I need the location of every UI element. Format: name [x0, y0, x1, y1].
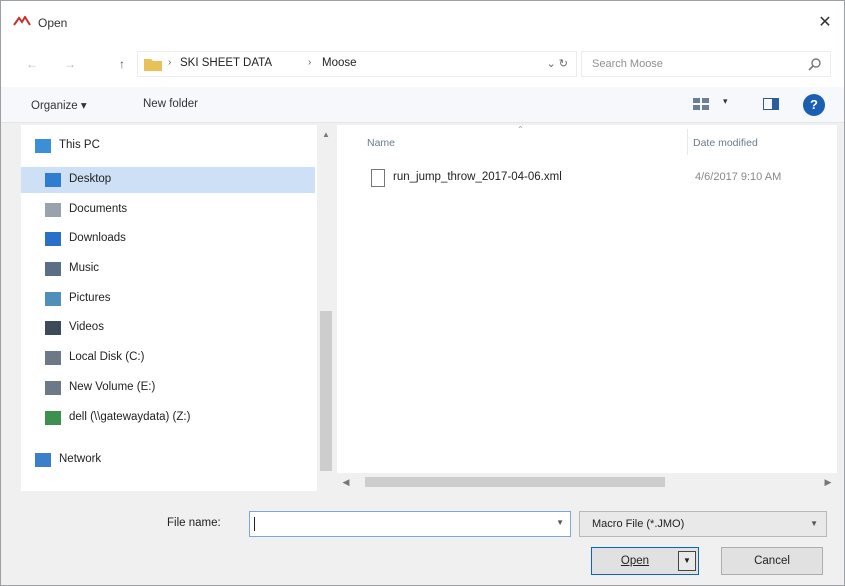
file-icon: [371, 169, 385, 187]
search-input[interactable]: Search Moose: [581, 51, 831, 77]
open-button-label: Open: [620, 555, 650, 567]
breadcrumb-separator: ›: [308, 57, 312, 68]
chevron-down-icon[interactable]: ▼: [556, 518, 564, 527]
forward-button[interactable]: →: [61, 55, 79, 73]
search-icon: [808, 58, 821, 71]
address-bar[interactable]: › SKI SHEET DATA › Moose ⌄ ↻: [137, 51, 577, 77]
nav-scrollbar[interactable]: ▲: [317, 125, 335, 491]
column-divider[interactable]: [687, 129, 688, 155]
sidebar-item-label: This PC: [59, 139, 100, 151]
scroll-right-arrow[interactable]: ▶: [819, 473, 837, 491]
sidebar-item[interactable]: dell (\\gatewaydata) (Z:): [21, 405, 315, 431]
documents-icon: [45, 203, 61, 217]
back-button[interactable]: ←: [23, 55, 41, 73]
organize-button[interactable]: Organize ▾: [31, 98, 87, 112]
up-button[interactable]: ↑: [113, 55, 131, 73]
sidebar-item[interactable]: This PC: [21, 133, 315, 159]
file-list-scrollbar[interactable]: ◀ ▶: [337, 473, 837, 491]
nav-scroll-thumb[interactable]: [320, 311, 332, 471]
network-drive-icon: [45, 411, 61, 425]
file-name-field[interactable]: ▼: [249, 511, 571, 537]
horizontal-scroll-thumb[interactable]: [365, 477, 665, 487]
new-folder-button[interactable]: New folder: [143, 98, 198, 110]
chevron-down-icon: ▼: [810, 519, 818, 528]
sidebar-item-label: Videos: [69, 321, 104, 333]
network-icon: [35, 453, 51, 467]
help-button[interactable]: ?: [803, 94, 825, 116]
address-row: ← → ↑ › SKI SHEET DATA › Moose ⌄ ↻ Searc…: [1, 41, 844, 87]
app-icon: [13, 16, 31, 26]
sidebar-item-label: Documents: [69, 203, 128, 215]
file-date: 4/6/2017 9:10 AM: [695, 171, 782, 183]
view-options-icon[interactable]: [693, 98, 709, 110]
file-row[interactable]: run_jump_throw_2017-04-06.xml 4/6/2017 9…: [365, 165, 835, 191]
sidebar-item-label: Local Disk (C:): [69, 351, 145, 363]
file-type-select[interactable]: Macro File (*.JMO) ▼: [579, 511, 827, 537]
file-list: ⌃ Name Date modified run_jump_throw_2017…: [337, 125, 837, 473]
search-placeholder: Search Moose: [592, 58, 663, 70]
open-dialog: Open ✕ ← → ↑ › SKI SHEET DATA › Moose ⌄ …: [0, 0, 845, 586]
close-button[interactable]: ✕: [812, 9, 838, 35]
scroll-up-arrow[interactable]: ▲: [317, 127, 335, 143]
sort-indicator-icon: ⌃: [517, 125, 524, 134]
computer-icon: [35, 139, 51, 153]
file-name-label: File name:: [167, 517, 221, 529]
chevron-down-icon[interactable]: ▾: [723, 96, 728, 107]
open-split-dropdown[interactable]: ▼: [678, 551, 696, 571]
sidebar-item-label: Downloads: [69, 232, 126, 244]
pictures-icon: [45, 292, 61, 306]
sidebar-item[interactable]: New Volume (E:): [21, 375, 315, 401]
sidebar-item[interactable]: Local Disk (C:): [21, 345, 315, 371]
scroll-left-arrow[interactable]: ◀: [337, 473, 355, 491]
music-icon: [45, 262, 61, 276]
dialog-footer: File name: ▼ Macro File (*.JMO) ▼ Open ▼…: [1, 493, 844, 585]
sidebar-item[interactable]: Downloads: [21, 226, 315, 252]
navigation-pane: This PC Desktop Documents Downloads Music Pic…: [21, 125, 335, 491]
sidebar-item[interactable]: Pictures: [21, 286, 315, 312]
command-bar: Organize ▾ New folder ▾ ?: [1, 87, 844, 123]
column-header-name[interactable]: Name: [367, 137, 395, 149]
sidebar-item-label: Music: [69, 262, 100, 274]
title-bar: Open ✕: [1, 1, 844, 41]
sidebar-item-label: New Volume (E:): [69, 381, 156, 393]
column-header-date[interactable]: Date modified: [693, 137, 758, 149]
sidebar-item[interactable]: Network: [21, 447, 315, 473]
sidebar-item[interactable]: Videos: [21, 315, 315, 341]
open-button[interactable]: Open ▼: [591, 547, 699, 575]
drive-icon: [45, 381, 61, 395]
sidebar-item-label: Desktop: [69, 173, 112, 185]
drive-icon: [45, 351, 61, 365]
file-name: run_jump_throw_2017-04-06.xml: [393, 171, 562, 183]
sidebar-item[interactable]: Desktop: [21, 167, 315, 193]
videos-icon: [45, 321, 61, 335]
refresh-button[interactable]: ⌄ ↻: [547, 57, 569, 70]
sidebar-item[interactable]: Music: [21, 256, 315, 282]
close-icon: ✕: [818, 14, 832, 31]
sidebar-item-label: dell (\\gatewaydata) (Z:): [69, 411, 191, 423]
breadcrumb-separator: ›: [168, 57, 172, 68]
preview-pane-icon[interactable]: [763, 98, 779, 110]
text-caret: [254, 517, 255, 531]
folder-icon: [144, 59, 162, 71]
breadcrumb-item[interactable]: SKI SHEET DATA: [180, 57, 272, 69]
sidebar-item[interactable]: Documents: [21, 197, 315, 223]
sidebar-item-label: Pictures: [69, 292, 111, 304]
cancel-button[interactable]: Cancel: [721, 547, 823, 575]
breadcrumb-item[interactable]: Moose: [322, 57, 357, 69]
file-type-value: Macro File (*.JMO): [592, 518, 685, 530]
downloads-icon: [45, 232, 61, 246]
sidebar-item-label: Network: [59, 453, 102, 465]
desktop-icon: [45, 173, 61, 187]
window-title: Open: [38, 16, 68, 30]
